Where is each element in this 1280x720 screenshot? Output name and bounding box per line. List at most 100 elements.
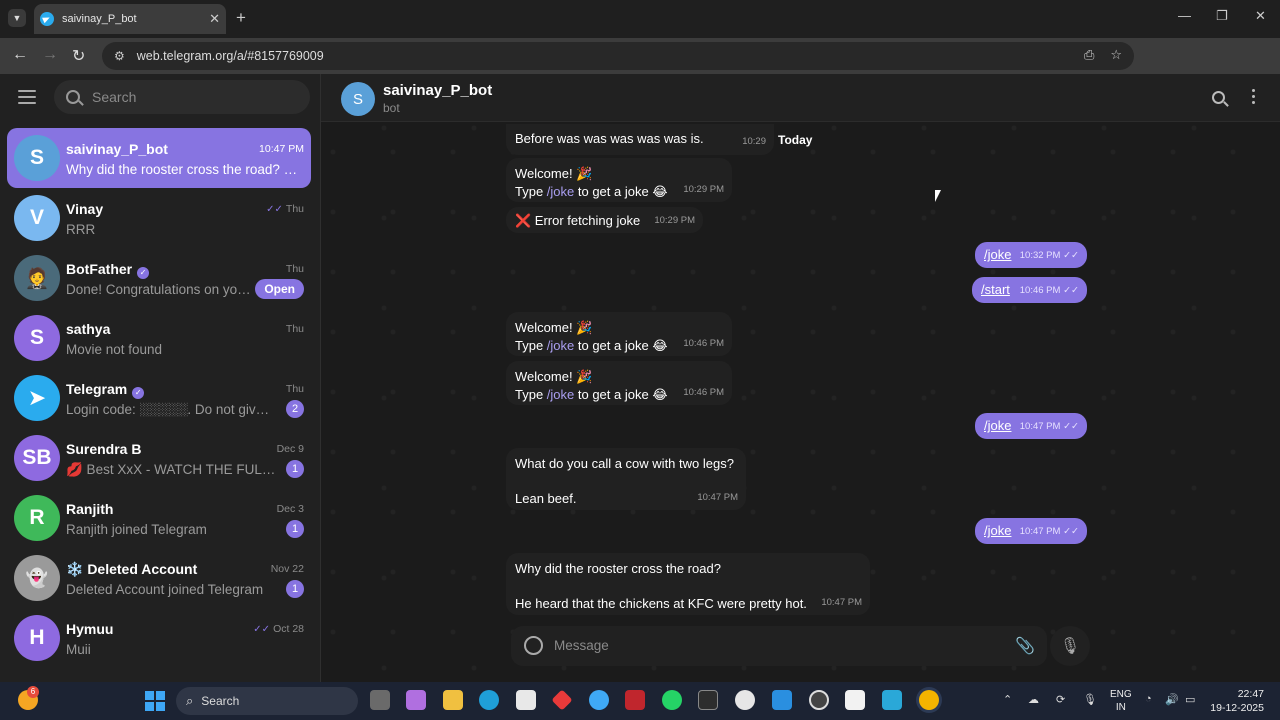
snipping-tool-icon[interactable]	[845, 690, 865, 710]
task-view-icon[interactable]	[370, 690, 390, 710]
language-top: ENG	[1110, 689, 1132, 700]
command-link[interactable]: /joke	[984, 247, 1011, 262]
edge-browser-icon[interactable]	[479, 690, 499, 710]
message-bubble-outgoing[interactable]: /joke 10:32 PM ✓✓	[975, 242, 1087, 268]
back-button[interactable]: ←	[12, 46, 28, 64]
browser-tab[interactable]: saivinay_P_bot ✕	[34, 4, 226, 34]
taskbar-search[interactable]: ⌕ Search	[176, 687, 358, 715]
chat-name: Telegram ✓	[66, 381, 145, 399]
chat-time: Thu	[285, 263, 304, 275]
command-link[interactable]: /joke	[547, 338, 574, 353]
avatar: V	[14, 195, 60, 241]
open-button[interactable]: Open	[255, 279, 304, 299]
browser-toolbar: ← → ↻ ⚙ web.telegram.org/a/#8157769009 ⎙…	[0, 38, 1280, 102]
bookmark-star-icon[interactable]: ☆	[1110, 47, 1122, 63]
url-text: web.telegram.org/a/#8157769009	[136, 49, 324, 63]
command-link[interactable]: /joke	[547, 387, 574, 402]
python-app-icon[interactable]	[589, 690, 609, 710]
show-hidden-icons-icon[interactable]: ⌃	[1003, 693, 1012, 706]
mcafee-icon[interactable]	[625, 690, 645, 710]
message-bubble-incoming[interactable]: What do you call a cow with two legs? Le…	[506, 448, 746, 510]
message-bubble-incoming[interactable]: Welcome! 🎉 Type /joke to get a joke 😂 10…	[506, 312, 732, 356]
message-time: 10:29 PM	[654, 214, 695, 226]
chat-item[interactable]: V Vinay ✓✓ Thu RRR	[7, 188, 311, 248]
microphone-tray-icon[interactable]: 🎙	[1083, 693, 1097, 706]
read-ticks-icon: ✓✓	[253, 624, 271, 635]
forward-button[interactable]: →	[42, 46, 58, 64]
volume-icon[interactable]: 🔊	[1165, 693, 1179, 706]
copilot-app-icon[interactable]	[406, 690, 426, 710]
battery-icon[interactable]: ▭	[1185, 693, 1195, 706]
attach-icon[interactable]: 📎	[1015, 636, 1035, 656]
language-indicator[interactable]: ENG IN	[1110, 688, 1132, 714]
install-app-icon[interactable]: ⎙	[1084, 47, 1094, 63]
onedrive-icon[interactable]: ☁	[1028, 693, 1039, 706]
search-icon[interactable]	[1212, 91, 1225, 104]
command-link[interactable]: /joke	[984, 418, 1011, 433]
message-bubble-incoming[interactable]: ❌ Error fetching joke 10:29 PM	[506, 207, 703, 233]
microphone-icon: 🎙	[1059, 638, 1081, 655]
chat-title[interactable]: saivinay_P_bot	[383, 82, 492, 99]
message-text: Type	[515, 183, 547, 199]
chat-item[interactable]: H Hymuu ✓✓ Oct 28 Muii	[7, 608, 311, 668]
chat-time-text: Oct 28	[273, 623, 304, 635]
chat-name: saivinay_P_bot	[66, 141, 168, 157]
search-input[interactable]: Search	[54, 80, 310, 114]
vscode-icon[interactable]	[772, 690, 792, 710]
file-explorer-icon[interactable]	[443, 690, 463, 710]
taskbar: 6 ⌕ Search ⌃ ☁ ⟳ 🎙 ENG IN ◔ 🔊 ▭ 22:47 19…	[0, 682, 1280, 720]
close-tab-icon[interactable]: ✕	[209, 11, 220, 27]
unread-badge: 1	[286, 520, 304, 538]
app-diamond-icon[interactable]	[551, 689, 573, 711]
close-window-button[interactable]: ✕	[1255, 8, 1266, 24]
chat-item[interactable]: ➤ Telegram ✓ Thu Login code: ░░░░░. Do no…	[7, 368, 311, 428]
address-bar[interactable]: ⚙ web.telegram.org/a/#8157769009 ⎙ ☆	[102, 42, 1134, 70]
command-link[interactable]: /joke	[547, 184, 574, 199]
chat-item[interactable]: S sathya Thu Movie not found	[7, 308, 311, 368]
media-player-icon[interactable]	[809, 690, 829, 710]
message-bubble-outgoing[interactable]: /joke 10:47 PM ✓✓	[975, 518, 1087, 544]
message-bubble-incoming[interactable]: Welcome! 🎉 Type /joke to get a joke 😂 10…	[506, 361, 732, 405]
message-time: 10:47 PM ✓✓	[1020, 418, 1079, 436]
command-link[interactable]: /joke	[984, 523, 1011, 538]
sync-icon[interactable]: ⟳	[1056, 693, 1065, 706]
microsoft-store-icon[interactable]	[516, 690, 536, 710]
chat-item[interactable]: SB Surendra B Dec 9 💋 Best XxX - WATCH T…	[7, 428, 311, 488]
reload-button[interactable]: ↻	[72, 46, 85, 66]
terminal-icon[interactable]	[698, 690, 718, 710]
chatgpt-icon[interactable]	[735, 690, 755, 710]
chat-item[interactable]: 👻 ❄️ Deleted Account Nov 22 Deleted Acco…	[7, 548, 311, 608]
chrome-icon[interactable]	[919, 690, 939, 710]
system-clock[interactable]: 22:47 19-12-2025	[1210, 687, 1264, 715]
avatar: H	[14, 615, 60, 661]
chat-item[interactable]: R Ranjith Dec 3 Ranjith joined Telegram …	[7, 488, 311, 548]
command-link[interactable]: /start	[981, 282, 1010, 297]
windows-start-icon[interactable]	[145, 691, 165, 711]
chat-item[interactable]: 🤵 BotFather ✓ Thu Done! Congratulations o…	[7, 248, 311, 308]
whatsapp-icon[interactable]	[662, 690, 682, 710]
chat-preview: Muii	[66, 642, 91, 657]
site-info-icon[interactable]: ⚙	[114, 49, 125, 63]
message-bubble-outgoing[interactable]: /joke 10:47 PM ✓✓	[975, 413, 1087, 439]
notepad-icon[interactable]	[882, 690, 902, 710]
message-bubble-outgoing[interactable]: /start 10:46 PM ✓✓	[972, 277, 1087, 303]
menu-icon[interactable]	[18, 90, 36, 104]
emoji-icon[interactable]	[524, 636, 543, 655]
message-bubble-incoming[interactable]: Before was was was was was is. 10:29	[506, 124, 774, 155]
microphone-button[interactable]: 🎙	[1050, 626, 1090, 666]
message-input[interactable]: Message 📎	[511, 626, 1047, 666]
wifi-icon[interactable]: ◔	[1145, 693, 1152, 705]
message-time-text: 10:32 PM	[1019, 249, 1061, 261]
minimize-button[interactable]: —	[1178, 8, 1191, 23]
message-bubble-incoming[interactable]: Welcome! 🎉 Type /joke to get a joke 😂 10…	[506, 158, 732, 202]
chat-time: Dec 9	[276, 443, 304, 455]
chat-header[interactable]: S saivinay_P_bot bot	[321, 74, 1280, 122]
more-options-icon[interactable]	[1252, 89, 1256, 107]
tab-search-chevron-icon[interactable]: ▼	[8, 9, 26, 27]
maximize-button[interactable]: ❐	[1216, 8, 1228, 24]
chat-item[interactable]: S saivinay_P_bot 10:47 PM Why did the ro…	[7, 128, 311, 188]
browser-tab-strip: ▼ saivinay_P_bot ✕ + — ❐ ✕	[0, 0, 1280, 38]
new-tab-button[interactable]: +	[236, 9, 246, 27]
message-bubble-incoming[interactable]: Why did the rooster cross the road? He h…	[506, 553, 870, 615]
avatar[interactable]: S	[341, 82, 375, 116]
